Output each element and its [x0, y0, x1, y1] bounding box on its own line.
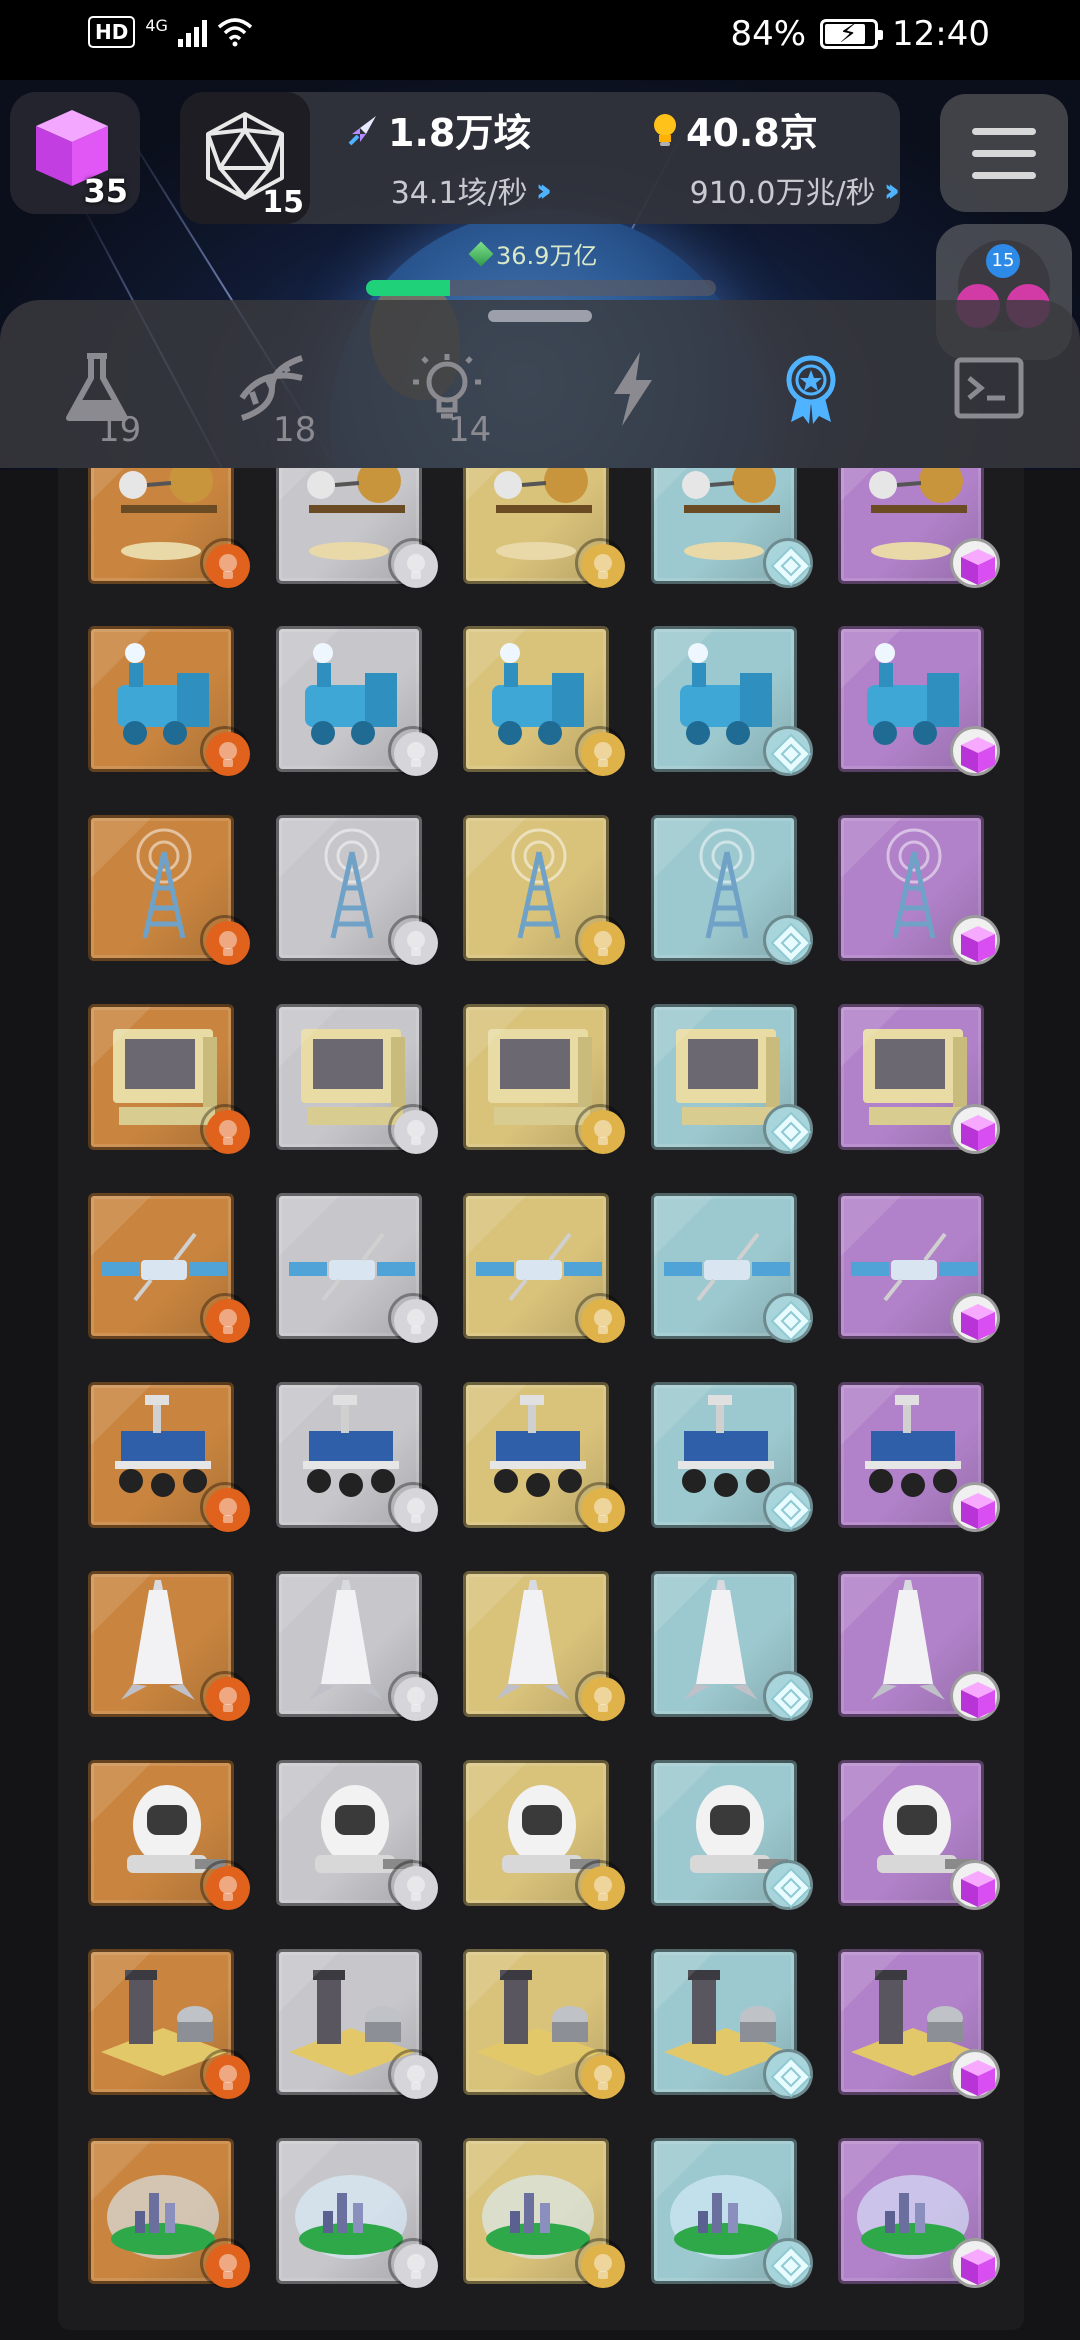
rocket-resource-value: 1.8万垓 [388, 111, 532, 155]
bronze-medal-icon [200, 726, 250, 776]
tab-energy[interactable] [557, 340, 707, 460]
terminal-icon [954, 357, 1024, 419]
cube-currency-button[interactable]: 35 [10, 92, 140, 214]
diamond-medal-icon [763, 2238, 813, 2288]
bronze-medal-icon [200, 2049, 250, 2099]
silver-medal-icon [388, 1482, 438, 1532]
purple-medal-icon [950, 538, 1000, 588]
tab-dna-count: 18 [273, 410, 317, 450]
lightning-icon [614, 352, 652, 426]
bronze-medal-icon [200, 1860, 250, 1910]
lightbulb-icon [654, 113, 676, 146]
wifi-icon [217, 18, 253, 47]
gold-medal-icon [575, 915, 625, 965]
gold-medal-icon [575, 726, 625, 776]
gold-medal-icon [575, 538, 625, 588]
tab-achievements[interactable] [736, 340, 886, 460]
bronze-medal-icon [200, 1482, 250, 1532]
bronze-medal-icon [200, 2238, 250, 2288]
bronze-medal-icon [200, 1671, 250, 1721]
rocket-icon [348, 115, 376, 145]
gold-medal-icon [575, 1293, 625, 1343]
gold-medal-icon [575, 1860, 625, 1910]
diamond-medal-icon [763, 1860, 813, 1910]
silver-medal-icon [388, 1671, 438, 1721]
silver-medal-icon [388, 2238, 438, 2288]
tab-idea-count: 14 [448, 410, 492, 450]
network-type: 4G [145, 16, 168, 35]
bronze-medal-icon [200, 1293, 250, 1343]
diamond-medal-icon [763, 726, 813, 776]
tab-idea[interactable]: 14 [372, 340, 522, 460]
battery-icon: ⚡ [820, 19, 884, 49]
hd-icon: HD [88, 16, 136, 48]
purple-medal-icon [950, 2049, 1000, 2099]
tab-flask-count: 19 [98, 410, 142, 450]
tab-dna[interactable]: 18 [197, 340, 347, 460]
purple-medal-icon [950, 1860, 1000, 1910]
idea-resource-rate-row: 910.0万兆/秒 ›› [560, 168, 901, 212]
idea-resource: 40.8京 [650, 102, 818, 157]
silver-medal-icon [388, 538, 438, 588]
bronze-medal-icon [200, 915, 250, 965]
diamond-medal-icon [763, 2049, 813, 2099]
bronze-medal-icon [200, 538, 250, 588]
rocket-resource: 1.8万垓 [346, 102, 531, 157]
gem-icon [468, 241, 494, 266]
drag-handle[interactable] [488, 310, 592, 322]
tab-terminal[interactable] [914, 340, 1064, 460]
diamond-medal-icon [763, 1293, 813, 1343]
status-bar: HD 4G 84% ⚡ 12:40 [0, 0, 1080, 80]
purple-medal-icon [950, 726, 1000, 776]
resource-panel[interactable]: 15 1.8万垓 34.1垓/秒 ›› 40.8京 910.0万兆/秒 ›› [180, 92, 901, 224]
fast-forward-icon: ›› [535, 171, 553, 209]
purple-medal-icon [950, 2238, 1000, 2288]
gold-medal-icon [575, 1482, 625, 1532]
idea-resource-value: 40.8京 [686, 111, 818, 155]
purple-medal-icon [950, 1293, 1000, 1343]
gold-medal-icon [575, 2238, 625, 2288]
diamond-medal-icon [763, 1671, 813, 1721]
purple-medal-icon [950, 1482, 1000, 1532]
progress-bar [366, 280, 716, 296]
battery-percent: 84% [730, 14, 807, 54]
idea-resource-rate: 910.0万兆/秒 [689, 176, 876, 211]
signal-icon [177, 17, 207, 47]
medal-ribbon-icon [786, 355, 836, 424]
menu-button[interactable] [940, 94, 1068, 212]
diamond-medal-icon [763, 915, 813, 965]
rocket-resource-rate-row: 34.1垓/秒 ›› [242, 168, 553, 212]
rocket-resource-rate: 34.1垓/秒 [390, 176, 528, 211]
silver-medal-icon [388, 1293, 438, 1343]
purple-medal-icon [950, 1104, 1000, 1154]
gem-counter: 36.9万亿 [468, 236, 598, 271]
purple-medal-icon [950, 1671, 1000, 1721]
tab-flask[interactable]: 19 [22, 340, 172, 460]
clock: 12:40 [892, 14, 990, 54]
notification-badge: 15 [986, 244, 1020, 278]
purple-medal-icon [950, 915, 1000, 965]
fast-forward-icon: ›› [883, 171, 901, 209]
bronze-medal-icon [200, 1104, 250, 1154]
gem-value: 36.9万亿 [496, 242, 598, 270]
diamond-medal-icon [763, 1104, 813, 1154]
silver-medal-icon [388, 1860, 438, 1910]
gold-medal-icon [575, 1104, 625, 1154]
diamond-medal-icon [763, 538, 813, 588]
gold-medal-icon [575, 1671, 625, 1721]
cube-count: 35 [83, 172, 128, 210]
diamond-medal-icon [763, 1482, 813, 1532]
silver-medal-icon [388, 2049, 438, 2099]
silver-medal-icon [388, 1104, 438, 1154]
silver-medal-icon [388, 915, 438, 965]
silver-medal-icon [388, 726, 438, 776]
app-screen: HD 4G 84% ⚡ 12:40 35 15 1.8万垓 34.1垓/秒 ››… [0, 0, 1080, 2340]
achievement-grid[interactable] [58, 468, 1024, 2340]
gold-medal-icon [575, 2049, 625, 2099]
